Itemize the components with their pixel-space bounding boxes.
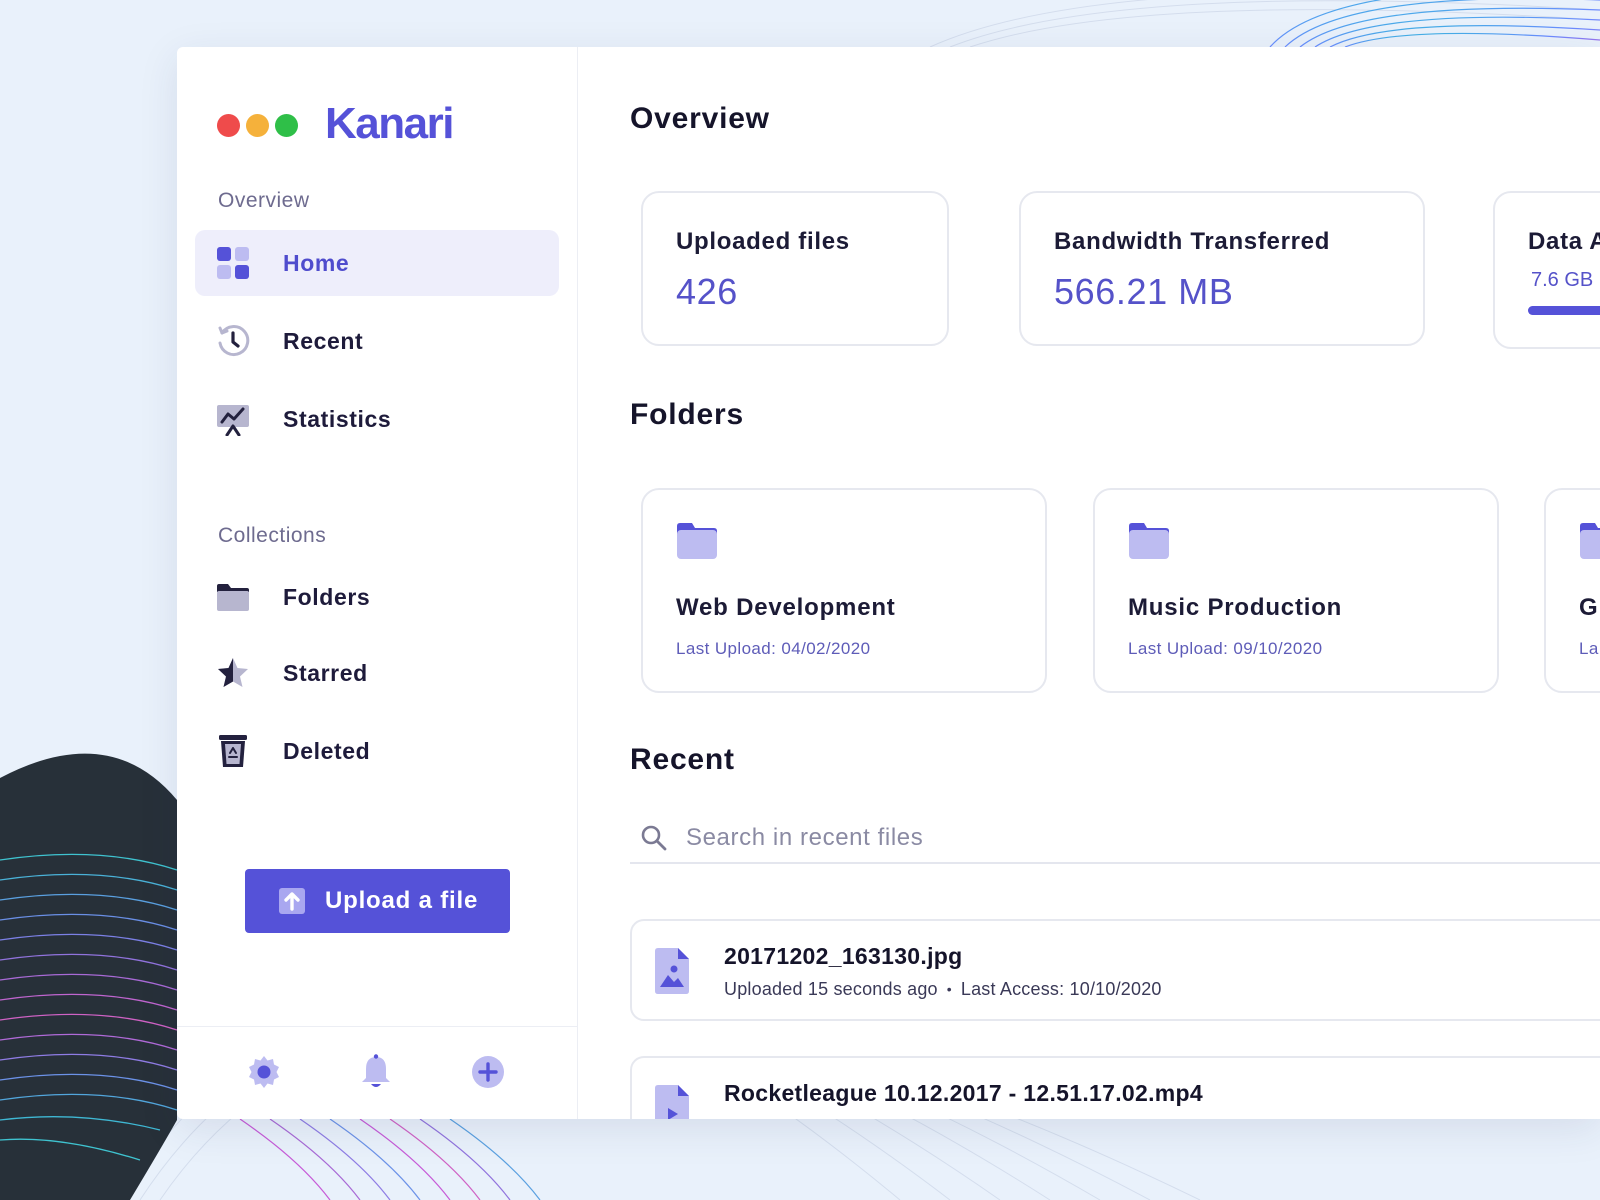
plus-icon[interactable] — [469, 1053, 507, 1091]
overview-heading: Overview — [630, 102, 770, 135]
sidebar: Kanari Overview Home Recent Statistics C… — [177, 47, 578, 1119]
window-controls — [217, 114, 298, 137]
trash-icon — [216, 734, 250, 768]
stat-card-data: Data A 7.6 GB — [1493, 191, 1600, 349]
sidebar-item-starred[interactable]: Starred — [195, 640, 559, 706]
sidebar-footer — [177, 1026, 577, 1119]
file-name: 20171202_163130.jpg — [724, 943, 963, 969]
meta-separator: • — [946, 981, 952, 997]
stat-value: 426 — [676, 271, 738, 312]
upload-file-button[interactable]: Upload a file — [245, 869, 510, 933]
sidebar-item-home[interactable]: Home — [195, 230, 559, 296]
folder-card-web-development[interactable]: Web Development Last Upload: 04/02/2020 — [641, 488, 1047, 693]
folder-name: Music Production — [1128, 594, 1343, 621]
collections-section-label: Collections — [218, 524, 327, 547]
sidebar-item-recent[interactable]: Recent — [195, 308, 559, 374]
folder-last-upload: La — [1579, 639, 1599, 658]
app-window: Kanari Overview Home Recent Statistics C… — [177, 47, 1600, 1119]
sidebar-item-label: Deleted — [283, 737, 371, 764]
folder-last-upload: Last Upload: 09/10/2020 — [1128, 639, 1323, 658]
upload-button-label: Upload a file — [325, 887, 479, 914]
video-file-icon — [652, 1084, 692, 1119]
sidebar-item-label: Recent — [283, 327, 364, 354]
folder-icon — [1579, 522, 1600, 560]
close-window-button[interactable] — [217, 114, 240, 137]
folder-icon — [676, 522, 718, 560]
sidebar-item-folders[interactable]: Folders — [195, 564, 559, 630]
folder-name: G — [1579, 594, 1599, 621]
overview-section-label: Overview — [218, 189, 310, 212]
file-uploaded: Uploaded 15 seconds ago — [724, 979, 938, 999]
upload-icon — [277, 886, 307, 916]
stat-title: Uploaded files — [676, 228, 850, 255]
image-file-icon — [652, 947, 692, 995]
main-content: Overview Uploaded files 426 Bandwidth Tr… — [578, 47, 1600, 1119]
minimize-window-button[interactable] — [246, 114, 269, 137]
folder-card-partial[interactable]: G La — [1544, 488, 1600, 693]
recent-heading: Recent — [630, 743, 735, 776]
recent-search — [630, 812, 1600, 864]
folders-heading: Folders — [630, 398, 744, 431]
sidebar-item-label: Folders — [283, 583, 371, 610]
storage-progress-fill — [1528, 306, 1600, 315]
stat-value: 7.6 GB — [1531, 269, 1594, 291]
clock-icon — [216, 324, 250, 358]
folder-card-music-production[interactable]: Music Production Last Upload: 09/10/2020 — [1093, 488, 1499, 693]
stat-card-uploaded-files: Uploaded files 426 — [641, 191, 949, 346]
sidebar-item-deleted[interactable]: Deleted — [195, 718, 559, 784]
star-icon — [216, 656, 250, 690]
file-row[interactable]: Rocketleague 10.12.2017 - 12.51.17.02.mp… — [630, 1056, 1600, 1119]
search-icon — [640, 824, 668, 852]
folder-name: Web Development — [676, 594, 896, 621]
grid-icon — [216, 246, 250, 280]
stat-title: Bandwidth Transferred — [1054, 228, 1331, 255]
file-meta: Uploaded 15 seconds ago • Last Access: 10/… — [724, 979, 1162, 1000]
gear-icon[interactable] — [245, 1053, 283, 1091]
search-input[interactable] — [686, 816, 1566, 860]
bell-icon[interactable] — [357, 1053, 395, 1091]
file-last-access: Last Access: 10/10/2020 — [960, 979, 1162, 999]
sidebar-item-label: Statistics — [283, 405, 392, 432]
sidebar-item-statistics[interactable]: Statistics — [195, 386, 559, 452]
chart-icon — [216, 402, 250, 436]
file-name: Rocketleague 10.12.2017 - 12.51.17.02.mp… — [724, 1080, 1203, 1106]
folder-icon — [1128, 522, 1170, 560]
app-logo: Kanari — [325, 99, 454, 148]
storage-progress-bar — [1528, 306, 1600, 315]
stat-value: 566.21 MB — [1054, 271, 1234, 312]
folder-last-upload: Last Upload: 04/02/2020 — [676, 639, 871, 658]
file-row[interactable]: 20171202_163130.jpg Uploaded 15 seconds … — [630, 919, 1600, 1021]
maximize-window-button[interactable] — [275, 114, 298, 137]
stat-title: Data A — [1528, 228, 1600, 255]
sidebar-item-label: Starred — [283, 659, 368, 686]
folder-icon — [216, 580, 250, 614]
stat-card-bandwidth: Bandwidth Transferred 566.21 MB — [1019, 191, 1425, 346]
sidebar-item-label: Home — [283, 249, 350, 276]
